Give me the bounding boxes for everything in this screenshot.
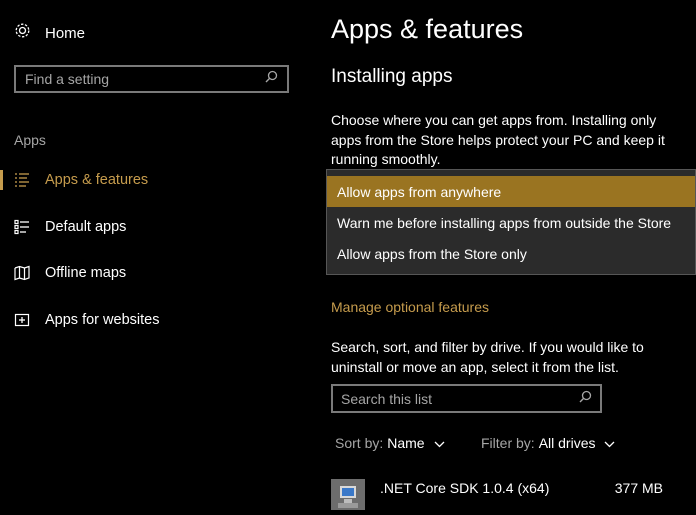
- default-apps-icon: [14, 219, 30, 235]
- sidebar-item-label: Apps for websites: [45, 312, 160, 328]
- manage-optional-features-link[interactable]: Manage optional features: [331, 299, 489, 315]
- app-size: 377 MB: [614, 480, 663, 496]
- sidebar-item-offline-maps[interactable]: Offline maps: [0, 261, 300, 285]
- install-source-dropdown[interactable]: Allow apps from anywhere Warn me before …: [326, 169, 696, 275]
- filter-value: All drives: [538, 435, 596, 451]
- installer-icon: [331, 479, 365, 510]
- sort-by-control[interactable]: Sort by: Name: [335, 435, 445, 451]
- gear-icon: [14, 22, 31, 44]
- selection-indicator: [0, 170, 3, 190]
- search-placeholder: Search this list: [341, 390, 433, 407]
- sort-value: Name: [387, 435, 425, 451]
- dropdown-option-warn[interactable]: Warn me before installing apps from outs…: [327, 207, 695, 238]
- find-setting-search[interactable]: Find a setting: [14, 65, 289, 93]
- dropdown-option-store-only[interactable]: Allow apps from the Store only: [327, 238, 695, 269]
- chevron-down-icon: [434, 435, 445, 451]
- installing-apps-description: Choose where you can get apps from. Inst…: [331, 112, 665, 167]
- map-icon: [14, 265, 30, 281]
- search-list-input[interactable]: Search this list: [331, 384, 602, 413]
- filter-by-control[interactable]: Filter by: All drives: [481, 435, 615, 451]
- search-icon[interactable]: [265, 70, 278, 88]
- search-icon[interactable]: [579, 390, 592, 408]
- sidebar-item-default-apps[interactable]: Default apps: [0, 215, 300, 239]
- filter-label: Filter by:: [481, 435, 535, 451]
- sidebar-item-label: Apps & features: [45, 172, 149, 188]
- search-description: Search, sort, and filter by drive. If yo…: [331, 339, 644, 375]
- sidebar-item-label: Offline maps: [45, 265, 127, 281]
- app-name: .NET Core SDK 1.0.4 (x64): [380, 480, 550, 496]
- search-placeholder: Find a setting: [25, 71, 110, 87]
- websites-icon: [14, 312, 30, 328]
- app-list-item[interactable]: .NET Core SDK 1.0.4 (x64) 377 MB: [331, 471, 671, 510]
- home-nav[interactable]: Home: [14, 22, 85, 44]
- sidebar-item-apps-features[interactable]: Apps & features: [0, 168, 300, 192]
- sidebar-item-apps-for-websites[interactable]: Apps for websites: [0, 308, 300, 332]
- section-title: Installing apps: [331, 66, 453, 87]
- list-icon: [14, 172, 30, 188]
- chevron-down-icon: [604, 435, 615, 451]
- dropdown-option-anywhere[interactable]: Allow apps from anywhere: [327, 176, 695, 207]
- sidebar-section-header: Apps: [14, 132, 46, 148]
- page-title: Apps & features: [331, 14, 524, 44]
- home-label: Home: [45, 24, 86, 42]
- sidebar-item-label: Default apps: [45, 219, 127, 235]
- sort-label: Sort by:: [335, 435, 384, 451]
